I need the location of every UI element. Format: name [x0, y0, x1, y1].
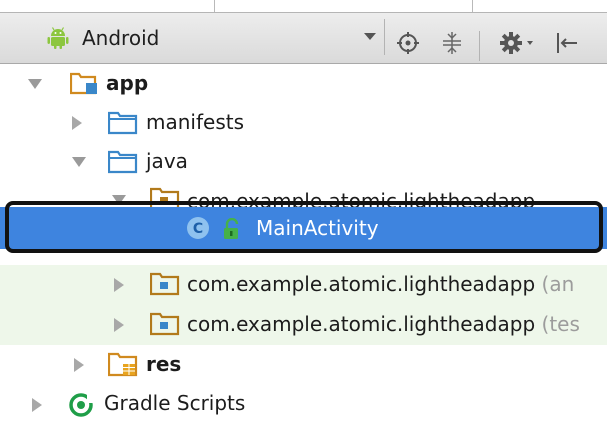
tree-item-label: res [146, 352, 182, 376]
package-name: com.example.atomic.lightheadapp [187, 272, 536, 296]
sync-target-icon[interactable] [396, 31, 420, 55]
project-view-dropdown[interactable]: Android [28, 19, 385, 55]
tree-item-res[interactable]: res [0, 345, 607, 385]
expand-arrow-icon[interactable] [74, 358, 84, 372]
expand-arrow-icon[interactable] [72, 116, 82, 130]
folder-icon [108, 111, 138, 135]
project-panel: Android app manifests java com.example.a… [0, 0, 607, 436]
package-icon [150, 312, 180, 336]
tree-item-gradle-scripts[interactable]: Gradle Scripts [0, 384, 607, 424]
expand-arrow-icon[interactable] [114, 318, 124, 332]
resources-folder-icon [108, 352, 138, 377]
tree-item-java[interactable]: java [0, 142, 607, 182]
tree-item-label: Gradle Scripts [104, 391, 246, 415]
collapse-all-icon[interactable] [440, 31, 464, 55]
chevron-down-icon [364, 33, 376, 40]
expand-arrow-icon[interactable] [28, 79, 42, 89]
highlight-callout [5, 201, 603, 253]
tree-item-label: com.example.atomic.lightheadapp (an [187, 271, 574, 297]
hide-panel-icon[interactable] [555, 31, 581, 55]
source-set-suffix: (tes [541, 312, 580, 336]
tree-item-manifests[interactable]: manifests [0, 103, 607, 143]
project-view-label: Android [82, 26, 160, 50]
tab-divider [214, 0, 215, 12]
tree-item-label: java [146, 149, 188, 173]
module-folder-icon [70, 72, 97, 95]
folder-icon [108, 150, 138, 174]
tab-divider [472, 0, 473, 12]
project-toolbar: Android [0, 13, 607, 64]
expand-arrow-icon[interactable] [32, 398, 42, 412]
settings-gear-icon[interactable] [500, 31, 536, 55]
gradle-icon [69, 393, 94, 417]
tree-item-label: manifests [146, 110, 244, 134]
tree-item-label: com.example.atomic.lightheadapp (tes [187, 311, 580, 337]
tree-item-package-test[interactable]: com.example.atomic.lightheadapp (tes [0, 305, 607, 345]
package-icon [150, 272, 180, 296]
package-name: com.example.atomic.lightheadapp [187, 312, 536, 336]
tree-item-package-android-test[interactable]: com.example.atomic.lightheadapp (an [0, 265, 607, 305]
source-set-suffix: (an [541, 272, 575, 296]
tree-item-app[interactable]: app [0, 64, 607, 104]
project-tree: app manifests java com.example.atomic.li… [0, 64, 607, 436]
expand-arrow-icon[interactable] [114, 278, 124, 292]
android-icon [47, 27, 69, 49]
tree-item-label: app [106, 71, 149, 95]
expand-arrow-icon[interactable] [72, 157, 86, 167]
toolbar-separator [479, 31, 480, 61]
panel-top-edge [0, 0, 607, 13]
